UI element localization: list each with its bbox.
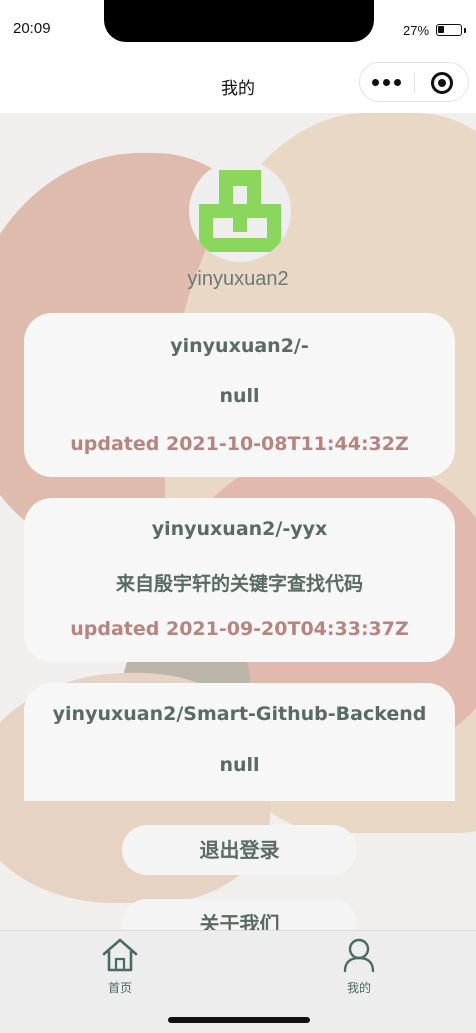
repo-card[interactable]: yinyuxuan2/Smart-Github-Backend null (24, 683, 455, 801)
user-icon (343, 938, 375, 973)
phone-screen: 20:09 27% 我的 yinyuxuan2 yinyuxuan2/- nul… (0, 0, 476, 1033)
repo-updated: updated 2021-09-20T04:33:37Z (70, 618, 409, 640)
target-icon[interactable] (431, 72, 453, 94)
profile-content[interactable]: yinyuxuan2 yinyuxuan2/- null updated 202… (0, 113, 476, 930)
repo-name: yinyuxuan2/- (170, 335, 309, 357)
repo-updated: updated 2021-10-08T11:44:32Z (70, 433, 409, 455)
battery-percent: 27% (403, 23, 430, 38)
repo-name: yinyuxuan2/-yyx (151, 518, 328, 540)
tab-mine-label: 我的 (346, 981, 371, 995)
home-indicator[interactable] (168, 1017, 310, 1023)
identicon-avatar (199, 170, 281, 252)
repo-name: yinyuxuan2/Smart-Github-Backend (52, 703, 427, 725)
username: yinyuxuan2 (187, 268, 289, 290)
logout-button[interactable]: 退出登录 (122, 825, 357, 875)
tab-mine[interactable]: 我的 (319, 937, 399, 996)
home-icon (102, 938, 138, 972)
avatar[interactable] (189, 160, 291, 262)
repo-card[interactable]: yinyuxuan2/-yyx 来自殷宇轩的关键字查找代码 updated 20… (24, 498, 455, 662)
repo-description: 来自殷宇轩的关键字查找代码 (115, 573, 363, 595)
status-time: 20:09 (13, 20, 51, 37)
about-button[interactable]: 关于我们 (122, 899, 357, 930)
notch (104, 0, 374, 42)
more-dots-icon[interactable] (372, 76, 402, 88)
mini-program-capsule (359, 62, 469, 102)
tab-home[interactable]: 首页 (80, 937, 160, 996)
repo-description: null (219, 754, 260, 776)
nav-bar: 我的 (0, 58, 476, 113)
repo-card[interactable]: yinyuxuan2/- null updated 2021-10-08T11:… (24, 313, 455, 477)
tab-home-label: 首页 (107, 981, 132, 995)
repo-description: null (219, 385, 260, 407)
status-bar: 20:09 27% (0, 0, 476, 58)
capsule-divider (414, 73, 415, 93)
battery-icon (436, 24, 466, 36)
